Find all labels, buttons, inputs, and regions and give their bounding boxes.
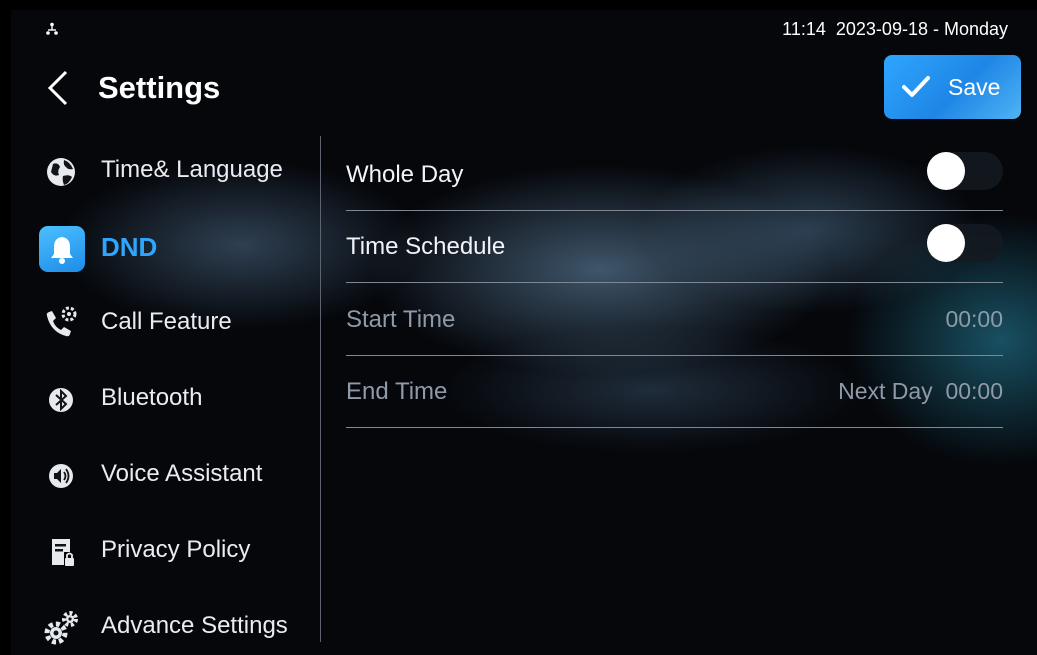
sidebar-item-dnd[interactable]: DND: [11, 216, 311, 276]
whole-day-row: Whole Day: [346, 138, 1003, 211]
toggle-knob: [927, 152, 965, 190]
sidebar-item-label: Time& Language: [101, 156, 283, 183]
sidebar-item-advance-settings[interactable]: Advance Settings: [11, 594, 311, 654]
start-time-label: Start Time: [346, 306, 456, 333]
start-time-row[interactable]: Start Time 00:00: [346, 283, 1003, 356]
sidebar-item-label: Voice Assistant: [101, 460, 263, 487]
phone-gear-icon: [46, 306, 77, 337]
sidebar-item-bluetooth[interactable]: Bluetooth: [11, 366, 311, 426]
time-schedule-toggle[interactable]: [927, 224, 1003, 262]
toggle-knob: [927, 224, 965, 262]
checkmark-icon: [902, 76, 930, 97]
sidebar-divider: [320, 136, 321, 642]
status-date: 2023-09-18 - Monday: [835, 19, 1008, 39]
network-icon: [46, 22, 58, 35]
status-bar: 11:14 2023-09-18 - Monday: [11, 10, 1037, 48]
sidebar-item-voice-assistant[interactable]: Voice Assistant: [11, 442, 311, 502]
sidebar-item-label: Bluetooth: [101, 384, 203, 411]
speaker-icon: [49, 464, 73, 488]
status-time: 11:14: [782, 19, 826, 39]
document-lock-icon: [52, 539, 74, 566]
save-label: Save: [948, 73, 1001, 100]
status-datetime: 11:14 2023-09-18 - Monday: [782, 19, 1008, 40]
sidebar-item-label: DND: [101, 232, 158, 262]
sidebar-item-time-language[interactable]: Time& Language: [11, 138, 311, 198]
whole-day-label: Whole Day: [346, 161, 464, 188]
end-time-label: End Time: [346, 378, 448, 405]
time-schedule-row: Time Schedule: [346, 210, 1003, 283]
sidebar-item-label: Call Feature: [101, 308, 232, 335]
end-time-value: Next Day 00:00: [838, 378, 1003, 404]
end-time-row[interactable]: End Time Next Day 00:00: [346, 355, 1003, 428]
globe-icon: [47, 158, 75, 186]
bell-icon: [51, 237, 73, 264]
page-title: Settings: [98, 70, 221, 105]
time-schedule-label: Time Schedule: [346, 233, 506, 260]
sidebar-item-label: Privacy Policy: [101, 536, 251, 563]
gears-icon: [44, 611, 78, 645]
sidebar-item-privacy-policy[interactable]: Privacy Policy: [11, 518, 311, 578]
bluetooth-icon: [49, 388, 73, 412]
start-time-value: 00:00: [945, 306, 1003, 332]
whole-day-toggle[interactable]: [927, 152, 1003, 190]
sidebar-item-call-feature[interactable]: Call Feature: [11, 290, 311, 350]
screen: 11:14 2023-09-18 - Monday Settings Save …: [11, 10, 1037, 655]
chevron-left-icon[interactable]: [44, 69, 72, 107]
sidebar-item-label: Advance Settings: [101, 612, 288, 639]
save-button[interactable]: Save: [884, 55, 1021, 119]
dnd-icon-tile: [39, 226, 85, 272]
